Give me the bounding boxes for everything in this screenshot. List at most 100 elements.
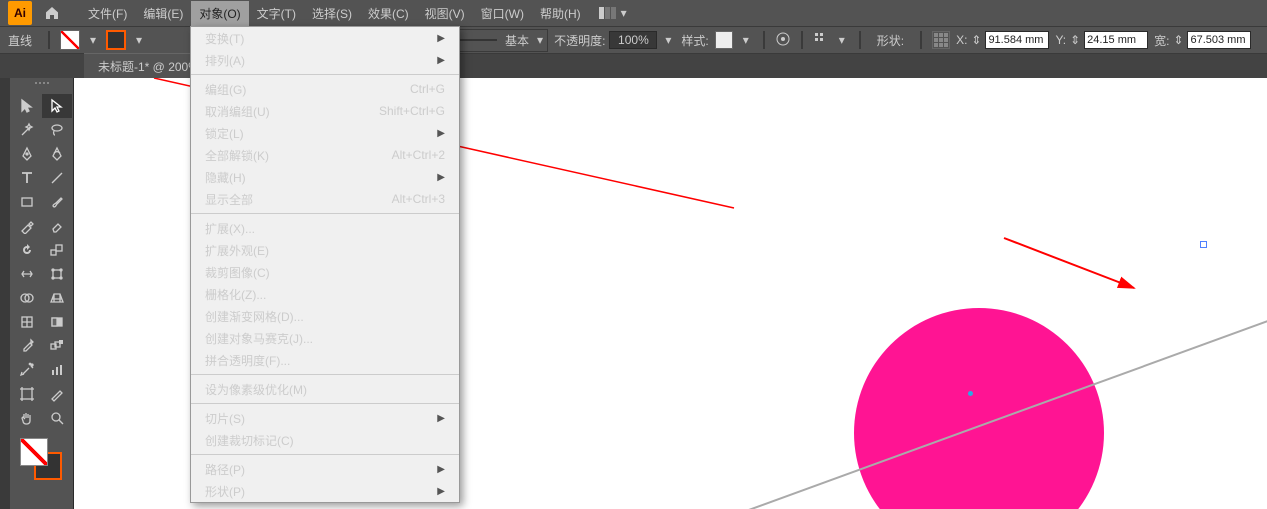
menu-pixel-perfect[interactable]: 设为像素级优化(M) — [191, 378, 459, 400]
y-label: Y: — [1055, 33, 1066, 47]
chevron-down-icon[interactable]: ▾ — [835, 33, 849, 47]
object-menu-dropdown: 变换(T)▶ 排列(A)▶ 编组(G)Ctrl+G 取消编组(U)Shift+C… — [190, 26, 460, 503]
stepper-icon[interactable]: ⇕ — [969, 31, 983, 49]
gradient-tool[interactable] — [42, 310, 72, 334]
rotate-tool[interactable] — [12, 238, 42, 262]
menu-rasterize[interactable]: 栅格化(Z)... — [191, 283, 459, 305]
blend-tool[interactable] — [42, 334, 72, 358]
selection-tool[interactable] — [12, 94, 42, 118]
chevron-down-icon[interactable]: ▾ — [739, 33, 753, 47]
menu-effect[interactable]: 效果(C) — [360, 1, 417, 26]
rectangle-tool[interactable] — [12, 190, 42, 214]
menu-text[interactable]: 文字(T) — [249, 1, 304, 26]
menu-crop-marks[interactable]: 创建裁切标记(C) — [191, 429, 459, 451]
chevron-right-icon: ▶ — [437, 172, 445, 183]
menu-show-all[interactable]: 显示全部Alt+Ctrl+3 — [191, 188, 459, 210]
x-input[interactable] — [985, 31, 1049, 49]
width-input[interactable] — [1187, 31, 1251, 49]
top-menu-bar: Ai 文件(F) 编辑(E) 对象(O) 文字(T) 选择(S) 效果(C) 视… — [0, 0, 1267, 26]
menu-lock[interactable]: 锁定(L)▶ — [191, 122, 459, 144]
menu-group[interactable]: 编组(G)Ctrl+G — [191, 78, 459, 100]
menu-transform[interactable]: 变换(T)▶ — [191, 27, 459, 49]
shape-label: 形状: — [871, 32, 910, 49]
y-input[interactable] — [1084, 31, 1148, 49]
style-swatch[interactable] — [715, 31, 733, 49]
menu-ungroup[interactable]: 取消编组(U)Shift+Ctrl+G — [191, 100, 459, 122]
main-menu: 文件(F) 编辑(E) 对象(O) 文字(T) 选择(S) 效果(C) 视图(V… — [80, 1, 589, 26]
shaper-tool[interactable] — [12, 214, 42, 238]
fill-stroke-swatches[interactable] — [20, 438, 64, 482]
stroke-swatch[interactable] — [106, 30, 126, 50]
chevron-down-icon[interactable]: ▾ — [86, 33, 100, 47]
menu-window[interactable]: 窗口(W) — [473, 1, 532, 26]
menu-help[interactable]: 帮助(H) — [532, 1, 589, 26]
menu-path[interactable]: 路径(P)▶ — [191, 458, 459, 480]
x-label: X: — [956, 33, 967, 47]
symbol-sprayer-tool[interactable] — [12, 358, 42, 382]
panel-strip[interactable] — [0, 78, 10, 509]
column-graph-tool[interactable] — [42, 358, 72, 382]
width-tool[interactable] — [12, 262, 42, 286]
menu-crop-image[interactable]: 裁剪图像(C) — [191, 261, 459, 283]
menu-slice[interactable]: 切片(S)▶ — [191, 407, 459, 429]
reference-point-grid[interactable] — [932, 31, 950, 49]
stepper-icon[interactable]: ⇕ — [1068, 31, 1082, 49]
menu-gradient-mesh[interactable]: 创建渐变网格(D)... — [191, 305, 459, 327]
chevron-down-icon: ▾ — [537, 33, 543, 47]
lasso-tool[interactable] — [42, 118, 72, 142]
chevron-right-icon: ▶ — [437, 413, 445, 424]
stroke-style-dropdown[interactable]: 基本 ▾ — [448, 29, 548, 52]
direct-selection-tool[interactable] — [42, 94, 72, 118]
chevron-down-icon[interactable]: ▾ — [661, 33, 675, 47]
chevron-right-icon: ▶ — [437, 128, 445, 139]
recolor-icon[interactable] — [775, 31, 791, 50]
opacity-label: 不透明度: — [554, 32, 605, 49]
free-transform-tool[interactable] — [42, 262, 72, 286]
grip-icon[interactable] — [22, 82, 62, 90]
menu-view[interactable]: 视图(V) — [417, 1, 473, 26]
menu-file[interactable]: 文件(F) — [80, 1, 135, 26]
slice-tool[interactable] — [42, 382, 72, 406]
tool-name-label: 直线 — [8, 32, 32, 49]
paintbrush-tool[interactable] — [42, 190, 72, 214]
chevron-right-icon: ▶ — [437, 486, 445, 497]
chevron-right-icon: ▶ — [437, 55, 445, 66]
fill-color-swatch[interactable] — [20, 438, 48, 466]
menu-expand-appearance[interactable]: 扩展外观(E) — [191, 239, 459, 261]
opacity-input[interactable] — [609, 31, 657, 49]
chevron-right-icon: ▶ — [437, 464, 445, 475]
zoom-tool[interactable] — [42, 406, 72, 430]
width-label: 宽: — [1154, 32, 1169, 49]
menu-expand[interactable]: 扩展(X)... — [191, 217, 459, 239]
menu-flatten[interactable]: 拼合透明度(F)... — [191, 349, 459, 371]
menu-shape[interactable]: 形状(P)▶ — [191, 480, 459, 502]
menu-object[interactable]: 对象(O) — [191, 1, 248, 26]
magic-wand-tool[interactable] — [12, 118, 42, 142]
menu-edit[interactable]: 编辑(E) — [135, 1, 191, 26]
stroke-style-label: 基本 — [499, 32, 535, 49]
menu-select[interactable]: 选择(S) — [304, 1, 360, 26]
layout-switcher-icon[interactable]: ▾ — [599, 6, 627, 20]
artboard-tool[interactable] — [12, 382, 42, 406]
chevron-down-icon[interactable]: ▾ — [132, 33, 146, 47]
curvature-tool[interactable] — [42, 142, 72, 166]
shape-builder-tool[interactable] — [12, 286, 42, 310]
scale-tool[interactable] — [42, 238, 72, 262]
pen-tool[interactable] — [12, 142, 42, 166]
type-tool[interactable] — [12, 166, 42, 190]
perspective-grid-tool[interactable] — [42, 286, 72, 310]
mesh-tool[interactable] — [12, 310, 42, 334]
menu-mosaic[interactable]: 创建对象马赛克(J)... — [191, 327, 459, 349]
app-logo: Ai — [8, 1, 32, 25]
menu-arrange[interactable]: 排列(A)▶ — [191, 49, 459, 71]
align-icon[interactable] — [813, 31, 829, 50]
fill-swatch[interactable] — [60, 30, 80, 50]
menu-unlock-all[interactable]: 全部解锁(K)Alt+Ctrl+2 — [191, 144, 459, 166]
menu-hide[interactable]: 隐藏(H)▶ — [191, 166, 459, 188]
eyedropper-tool[interactable] — [12, 334, 42, 358]
line-tool[interactable] — [42, 166, 72, 190]
eraser-tool[interactable] — [42, 214, 72, 238]
hand-tool[interactable] — [12, 406, 42, 430]
stepper-icon[interactable]: ⇕ — [1171, 31, 1185, 49]
home-icon[interactable] — [42, 3, 62, 23]
